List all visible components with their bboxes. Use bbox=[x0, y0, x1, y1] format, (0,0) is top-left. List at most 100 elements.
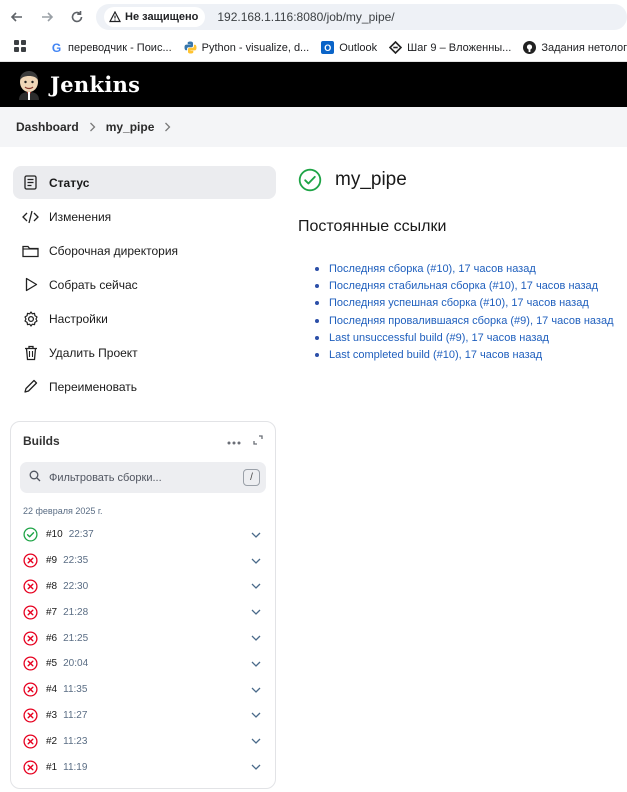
build-number[interactable]: #2 bbox=[46, 736, 57, 747]
permalink-item: Последняя сборка (#10), 17 часов назад bbox=[315, 260, 614, 277]
build-row[interactable]: #3 11:27 bbox=[11, 703, 275, 729]
sidebar-item-rename[interactable]: Переименовать bbox=[13, 370, 276, 403]
bookmark-label: Python - visualize, d... bbox=[201, 41, 310, 54]
bookmark-netology[interactable]: Задания нетология bbox=[523, 41, 627, 54]
more-options-icon[interactable] bbox=[227, 434, 241, 448]
chevron-down-icon[interactable] bbox=[251, 685, 261, 695]
address-bar[interactable]: Не защищено 192.168.1.116:8080/job/my_pi… bbox=[96, 4, 627, 30]
build-time[interactable]: 11:23 bbox=[63, 736, 87, 747]
chevron-down-icon[interactable] bbox=[251, 710, 261, 720]
chevron-down-icon[interactable] bbox=[251, 607, 261, 617]
forward-icon[interactable] bbox=[36, 6, 58, 28]
build-number[interactable]: #3 bbox=[46, 710, 57, 721]
build-row[interactable]: #4 11:35 bbox=[11, 677, 275, 703]
security-chip[interactable]: Не защищено bbox=[104, 7, 206, 27]
build-row[interactable]: #10 22:37 bbox=[11, 522, 275, 548]
build-time[interactable]: 20:04 bbox=[63, 658, 88, 669]
build-row[interactable]: #2 11:23 bbox=[11, 728, 275, 754]
sidebar-item-label: Собрать сейчас bbox=[49, 277, 138, 292]
reload-icon[interactable] bbox=[66, 6, 88, 28]
sidebar-item-delete[interactable]: Удалить Проект bbox=[13, 336, 276, 369]
python-icon bbox=[184, 41, 197, 54]
build-filter-input[interactable]: Фильтровать сборки... / bbox=[20, 462, 266, 493]
sidebar-item-workspace[interactable]: Сборочная директория bbox=[13, 234, 276, 267]
permalink-link[interactable]: Последняя стабильная сборка (#10), 17 ча… bbox=[329, 280, 598, 292]
jenkins-title[interactable]: Jenkins bbox=[50, 72, 140, 97]
build-row[interactable]: #5 20:04 bbox=[11, 651, 275, 677]
build-row[interactable]: #7 21:28 bbox=[11, 599, 275, 625]
bookmark-label: Outlook bbox=[339, 41, 378, 54]
build-number[interactable]: #8 bbox=[46, 581, 57, 592]
chevron-down-icon[interactable] bbox=[251, 736, 261, 746]
bookmark-outlook[interactable]: O Outlook bbox=[321, 41, 377, 54]
success-status-icon bbox=[23, 527, 38, 542]
failed-status-icon bbox=[23, 682, 38, 697]
build-row[interactable]: #9 22:35 bbox=[11, 548, 275, 574]
failed-status-icon bbox=[23, 760, 38, 775]
build-number[interactable]: #10 bbox=[46, 529, 63, 540]
chevron-right-icon[interactable] bbox=[164, 120, 171, 135]
jenkins-header: Jenkins bbox=[0, 62, 627, 107]
build-row[interactable]: #1 11:19 bbox=[11, 754, 275, 780]
warning-icon bbox=[109, 11, 121, 23]
chevron-down-icon[interactable] bbox=[251, 762, 261, 772]
chevron-down-icon[interactable] bbox=[251, 659, 261, 669]
apps-grid-icon[interactable] bbox=[14, 40, 26, 55]
sidebar-item-build-now[interactable]: Собрать сейчас bbox=[13, 268, 276, 301]
build-time[interactable]: 11:19 bbox=[63, 762, 87, 773]
build-time[interactable]: 22:35 bbox=[63, 555, 88, 566]
build-number[interactable]: #7 bbox=[46, 607, 57, 618]
breadcrumb-my-pipe[interactable]: my_pipe bbox=[106, 120, 155, 134]
chevron-down-icon[interactable] bbox=[251, 556, 261, 566]
build-time[interactable]: 21:28 bbox=[63, 607, 88, 618]
build-number[interactable]: #6 bbox=[46, 633, 57, 644]
build-row[interactable]: #6 21:25 bbox=[11, 625, 275, 651]
jenkins-logo-icon[interactable] bbox=[16, 70, 42, 100]
browser-toolbar: Не защищено 192.168.1.116:8080/job/my_pi… bbox=[0, 0, 627, 34]
permalink-link[interactable]: Последняя сборка (#10), 17 часов назад bbox=[329, 263, 536, 275]
build-time[interactable]: 11:27 bbox=[63, 710, 87, 721]
failed-status-icon bbox=[23, 579, 38, 594]
sidebar-item-label: Настройки bbox=[49, 311, 108, 326]
expand-icon[interactable] bbox=[253, 434, 263, 448]
chevron-down-icon[interactable] bbox=[251, 530, 261, 540]
failed-status-icon bbox=[23, 734, 38, 749]
failed-status-icon bbox=[23, 656, 38, 671]
builds-panel: Builds Фильтровать сборки... / 22 феврал… bbox=[10, 421, 276, 789]
build-time[interactable]: 22:37 bbox=[69, 529, 94, 540]
side-panel: Статус Изменения Сборочная директория Со… bbox=[13, 166, 276, 404]
build-number[interactable]: #1 bbox=[46, 762, 57, 773]
chevron-down-icon[interactable] bbox=[251, 633, 261, 643]
sidebar-item-label: Сборочная директория bbox=[49, 243, 179, 258]
sidebar-item-label: Статус bbox=[49, 175, 90, 190]
permalink-link[interactable]: Last unsuccessful build (#9), 17 часов н… bbox=[329, 332, 549, 344]
filter-placeholder: Фильтровать сборки... bbox=[49, 471, 162, 484]
permalink-link[interactable]: Last completed build (#10), 17 часов наз… bbox=[329, 349, 542, 361]
keyboard-shortcut-hint: / bbox=[243, 469, 260, 486]
bookmark-label: Задания нетология bbox=[541, 41, 627, 54]
permalink-link[interactable]: Последняя провалившаяся сборка (#9), 17 … bbox=[329, 315, 614, 327]
folder-icon bbox=[22, 242, 39, 259]
build-number[interactable]: #5 bbox=[46, 658, 57, 669]
back-icon[interactable] bbox=[6, 6, 28, 28]
chevron-down-icon[interactable] bbox=[251, 581, 261, 591]
build-time[interactable]: 21:25 bbox=[63, 633, 88, 644]
bookmark-step9[interactable]: Шаг 9 – Вложенны... bbox=[389, 41, 511, 54]
sidebar-item-configure[interactable]: Настройки bbox=[13, 302, 276, 335]
build-time[interactable]: 22:30 bbox=[63, 581, 88, 592]
permalink-link[interactable]: Последняя успешная сборка (#10), 17 часо… bbox=[329, 297, 589, 309]
sidebar-item-changes[interactable]: Изменения bbox=[13, 200, 276, 233]
build-time[interactable]: 11:35 bbox=[63, 684, 87, 695]
bookmark-translate[interactable]: G переводчик - Поис... bbox=[50, 41, 172, 55]
bookmark-python[interactable]: Python - visualize, d... bbox=[184, 41, 310, 54]
breadcrumb-dashboard[interactable]: Dashboard bbox=[16, 120, 79, 134]
builds-title: Builds bbox=[23, 434, 60, 448]
failed-status-icon bbox=[23, 553, 38, 568]
build-number[interactable]: #9 bbox=[46, 555, 57, 566]
permalink-item: Последняя успешная сборка (#10), 17 часо… bbox=[315, 295, 614, 312]
build-row[interactable]: #8 22:30 bbox=[11, 574, 275, 600]
bookmark-label: Шаг 9 – Вложенны... bbox=[407, 41, 512, 54]
build-list: #10 22:37 #9 22:35 #8 22:30 #7 21:28 #6 21:25 #5 20… bbox=[11, 522, 275, 780]
sidebar-item-status[interactable]: Статус bbox=[13, 166, 276, 199]
build-number[interactable]: #4 bbox=[46, 684, 57, 695]
